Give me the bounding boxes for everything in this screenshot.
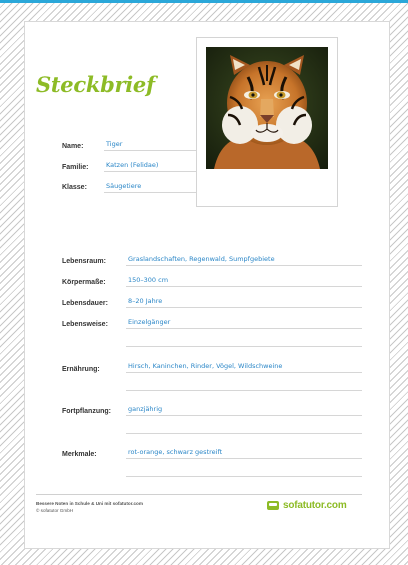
top-accent-bar — [0, 0, 408, 3]
value-klasse: Säugetiere — [104, 182, 196, 193]
logo-text: sofatutor.com — [283, 499, 347, 511]
value-lebensraum: Graslandschaften, Regenwald, Sumpfgebiet… — [126, 255, 362, 266]
label-name: Name: — [62, 143, 84, 150]
footer-copyright: © sofatutor GmbH — [36, 508, 74, 513]
value-fortpflanzung: ganzjährig — [126, 405, 362, 416]
label-koerpermasse: Körpermaße: — [62, 279, 106, 286]
value-lebensweise: Einzelgänger — [126, 318, 362, 329]
label-familie: Familie: — [62, 164, 89, 171]
value-koerpermasse: 150–300 cm — [126, 276, 362, 287]
page-title: Steckbrief — [36, 72, 155, 97]
label-lebensweise: Lebensweise: — [62, 321, 108, 328]
blank-line — [126, 476, 362, 477]
blank-line — [126, 390, 362, 391]
value-name: Tiger — [104, 140, 196, 151]
label-lebensraum: Lebensraum: — [62, 258, 106, 265]
sofatutor-logo: sofatutor.com — [266, 498, 347, 512]
label-lebensdauer: Lebensdauer: — [62, 300, 108, 307]
blank-line — [126, 346, 362, 347]
footer-divider — [36, 494, 362, 495]
tiger-photo — [206, 47, 328, 169]
photo-frame — [196, 37, 338, 207]
value-familie: Katzen (Felidae) — [104, 161, 196, 172]
label-ernaehrung: Ernährung: — [62, 366, 100, 373]
label-fortpflanzung: Fortpflanzung: — [62, 408, 111, 415]
label-merkmale: Merkmale: — [62, 451, 97, 458]
footer-tagline: Bessere Noten in Schule & Uni mit sofatu… — [36, 501, 143, 506]
sofa-icon — [267, 501, 279, 510]
value-lebensdauer: 8–20 Jahre — [126, 297, 362, 308]
footer: Bessere Noten in Schule & Uni mit sofatu… — [36, 500, 143, 514]
blank-line — [126, 433, 362, 434]
label-klasse: Klasse: — [62, 184, 87, 191]
value-ernaehrung: Hirsch, Kaninchen, Rinder, Vögel, Wildsc… — [126, 362, 362, 373]
value-merkmale: rot-orange, schwarz gestreift — [126, 448, 362, 459]
